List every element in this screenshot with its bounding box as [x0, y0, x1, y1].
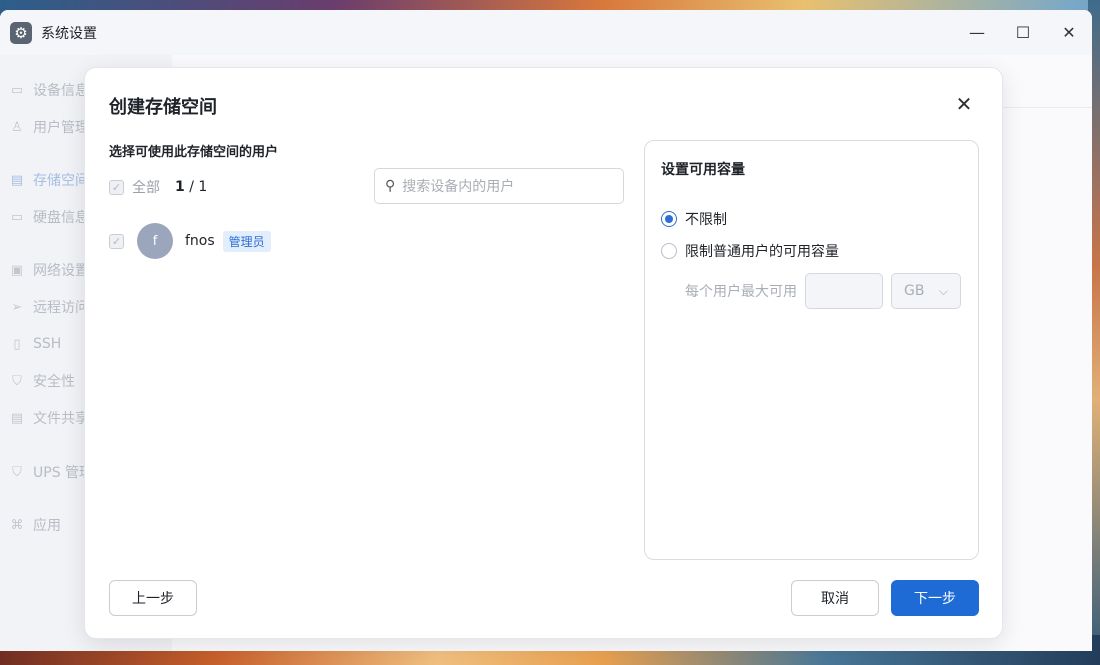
select-all-row: ✓ 全部 1 / 1 — [109, 177, 207, 197]
window-title: 系统设置 — [41, 25, 97, 42]
minimize-button[interactable]: — — [954, 10, 1000, 55]
role-badge: 管理员 — [222, 230, 271, 252]
total-count: / 1 — [189, 179, 208, 195]
prev-step-button[interactable]: 上一步 — [109, 580, 197, 616]
user-search-input[interactable]: ⚲ 搜索设备内的用户 — [374, 168, 624, 204]
chevron-down-icon: ⌵ — [938, 283, 948, 298]
max-quota-label: 每个用户最大可用 — [685, 284, 797, 300]
avatar: f — [137, 223, 173, 259]
quota-panel: 设置可用容量 不限制 限制普通用户的可用容量 每个用户最大可用 GB ⌵ — [644, 140, 979, 560]
max-quota-row: 每个用户最大可用 GB ⌵ — [685, 273, 961, 309]
users-section-label: 选择可使用此存储空间的用户 — [109, 145, 279, 160]
close-icon[interactable]: ✕ — [952, 92, 976, 116]
selected-count: 1 — [175, 179, 185, 195]
create-storage-dialog: 创建存储空间 ✕ 选择可使用此存储空间的用户 ✓ 全部 1 / 1 ⚲ 搜索设备… — [84, 67, 1003, 639]
selection-count: 1 / 1 — [175, 179, 207, 195]
search-icon: ⚲ — [385, 178, 396, 194]
option-limit-label: 限制普通用户的可用容量 — [685, 244, 839, 260]
maximize-button[interactable]: ☐ — [1000, 10, 1046, 55]
list-item: ✓ f fnos 管理员 — [109, 223, 271, 259]
window-controls: — ☐ ✕ — [954, 10, 1092, 55]
next-step-button[interactable]: 下一步 — [891, 580, 979, 616]
radio-unlimited[interactable] — [661, 211, 677, 227]
radio-limit[interactable] — [661, 243, 677, 259]
gear-icon: ⚙ — [10, 21, 32, 44]
title-bar: ⚙ 系统设置 — [0, 10, 1092, 55]
quota-panel-title: 设置可用容量 — [661, 162, 745, 178]
close-window-button[interactable]: ✕ — [1046, 10, 1092, 55]
unit-value: GB — [904, 283, 925, 299]
option-unlimited-label: 不限制 — [685, 212, 727, 228]
select-all-checkbox[interactable]: ✓ — [109, 179, 124, 195]
select-all-label: 全部 — [132, 180, 160, 196]
cancel-button[interactable]: 取消 — [791, 580, 879, 616]
unit-select[interactable]: GB ⌵ — [891, 273, 961, 309]
max-quota-input[interactable] — [805, 273, 883, 309]
option-limit[interactable]: 限制普通用户的可用容量 — [661, 241, 839, 261]
search-placeholder: 搜索设备内的用户 — [402, 179, 515, 195]
dialog-title: 创建存储空间 — [109, 97, 217, 118]
user-name: fnos — [185, 233, 215, 249]
user-checkbox[interactable]: ✓ — [109, 233, 124, 249]
option-unlimited[interactable]: 不限制 — [661, 209, 727, 229]
